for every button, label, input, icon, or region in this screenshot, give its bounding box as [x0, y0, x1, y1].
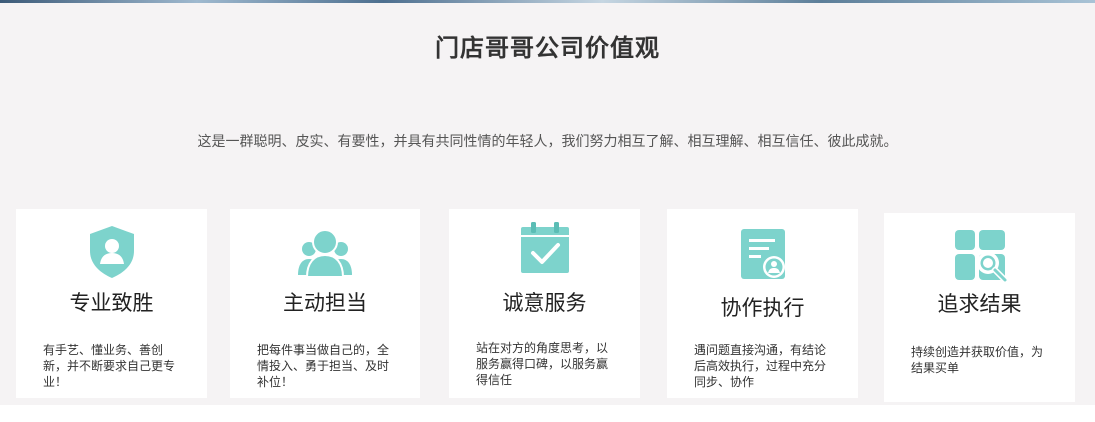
card-title: 主动担当: [283, 291, 367, 315]
card-description: 有手艺、懂业务、善创新，并不断要求自己更专业！: [43, 343, 176, 389]
page-subtitle: 这是一群聪明、皮实、有要性，并具有共同性情的年轻人，我们努力相互了解、相互理解、…: [197, 134, 898, 150]
value-card-service: 诚意服务 站在对方的角度思考，以服务赢得口碑，以服务赢得信任: [449, 209, 640, 398]
card-description: 遇问题直接沟通，有结论后高效执行，过程中充分同步、协作: [694, 343, 827, 389]
card-description: 站在对方的角度思考，以服务赢得口碑，以服务赢得信任: [476, 341, 609, 387]
certificate-icon: [735, 227, 791, 283]
page-title: 门店哥哥公司价值观: [435, 34, 660, 62]
top-banner-strip: [0, 0, 1095, 3]
card-title: 专业致胜: [69, 291, 154, 315]
user-group-icon: [297, 223, 353, 279]
card-description: 把每件事当做自己的，全情投入、勇于担当、及时补位！: [257, 343, 390, 389]
value-card-results: 追求结果 持续创造并获取价值，为结果买单: [884, 213, 1075, 402]
bottom-bar: [0, 405, 1095, 422]
value-card-professional: 专业致胜 有手艺、懂业务、善创新，并不断要求自己更专业！: [16, 209, 207, 398]
card-title: 追求结果: [937, 292, 1022, 316]
value-card-ownership: 主动担当 把每件事当做自己的，全情投入、勇于担当、及时补位！: [230, 209, 420, 398]
value-card-collaboration: 协作执行 遇问题直接沟通，有结论后高效执行，过程中充分同步、协作: [667, 209, 858, 398]
card-description: 持续创造并获取价值，为结果买单: [911, 345, 1044, 375]
card-title: 诚意服务: [502, 291, 587, 315]
calendar-check-icon: [517, 221, 573, 277]
shield-user-icon: [84, 223, 140, 279]
search-result-icon: [952, 227, 1008, 283]
card-title: 协作执行: [720, 296, 805, 320]
